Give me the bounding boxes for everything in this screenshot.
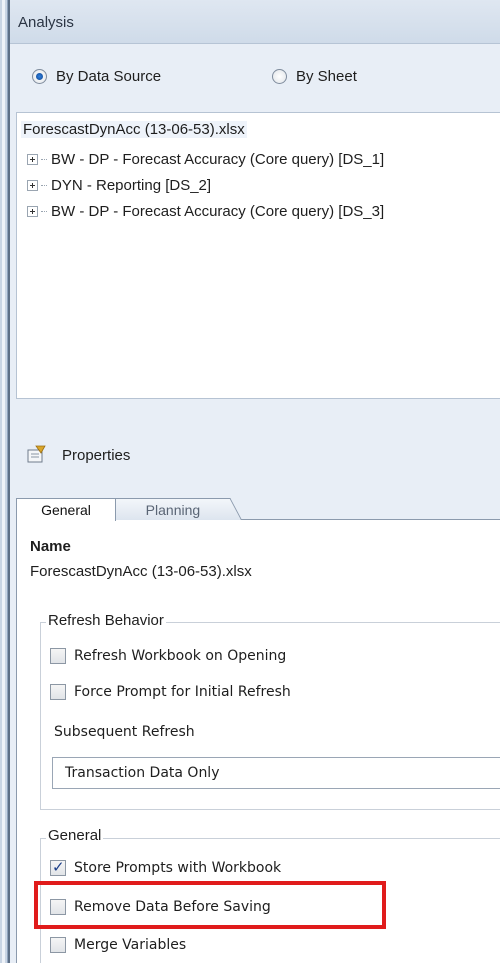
radio-by-data-source[interactable]: By Data Source xyxy=(32,64,161,88)
checkbox-unchecked-icon[interactable] xyxy=(50,648,66,664)
force-prompt-checkbox[interactable]: Force Prompt for Initial Refresh xyxy=(50,681,291,703)
tree-item-label: BW - DP - Forecast Accuracy (Core query)… xyxy=(51,150,385,168)
tab-general-label: General xyxy=(41,502,91,518)
checkbox-label: Merge Variables xyxy=(74,937,187,953)
tab-planning[interactable]: Planning xyxy=(102,498,242,520)
radio-button-icon[interactable] xyxy=(32,68,47,84)
analysis-panel: Analysis By Data Source By Sheet Foresca… xyxy=(8,0,500,963)
tree-item-ds2[interactable]: DYN - Reporting [DS_2] xyxy=(27,174,211,196)
radio-button-icon[interactable] xyxy=(272,68,287,84)
properties-label: Properties xyxy=(62,447,131,464)
radio-by-sheet[interactable]: By Sheet xyxy=(272,64,357,88)
radio-label-by-data-source: By Data Source xyxy=(56,67,162,85)
name-label: Name xyxy=(30,538,71,555)
tree-item-ds1[interactable]: BW - DP - Forecast Accuracy (Core query)… xyxy=(27,148,384,170)
checkbox-label: Refresh Workbook on Opening xyxy=(74,648,287,664)
panel-header: Analysis xyxy=(10,0,500,44)
checkbox-unchecked-icon[interactable] xyxy=(50,684,66,700)
panel-title: Analysis xyxy=(18,14,74,31)
general-options-legend: General xyxy=(46,827,104,844)
subsequent-refresh-label: Subsequent Refresh xyxy=(54,724,195,740)
tree-root-workbook[interactable]: ForescastDynAcc (13-06-53).xlsx xyxy=(21,121,247,138)
expand-plus-icon[interactable] xyxy=(27,153,38,165)
window-frame-left xyxy=(0,0,8,963)
merge-variables-checkbox[interactable]: Merge Variables xyxy=(50,934,186,956)
red-highlight-box xyxy=(34,881,386,929)
tab-planning-label: Planning xyxy=(145,501,200,518)
workbook-name-value: ForescastDynAcc (13-06-53).xlsx xyxy=(30,563,252,580)
checkbox-label: Force Prompt for Initial Refresh xyxy=(74,684,291,700)
select-value: Transaction Data Only xyxy=(65,765,220,781)
tree-connector xyxy=(41,184,47,186)
store-prompts-checkbox[interactable]: Store Prompts with Workbook xyxy=(50,857,281,879)
refresh-behavior-legend: Refresh Behavior xyxy=(46,612,166,629)
tree-item-ds3[interactable]: BW - DP - Forecast Accuracy (Core query)… xyxy=(27,200,384,222)
tree-item-label: DYN - Reporting [DS_2] xyxy=(51,176,212,194)
radio-label-by-sheet: By Sheet xyxy=(296,67,357,85)
checkbox-checked-icon[interactable] xyxy=(50,858,66,876)
tab-general[interactable]: General xyxy=(16,498,116,521)
tree-connector xyxy=(41,210,47,212)
refresh-on-opening-checkbox[interactable]: Refresh Workbook on Opening xyxy=(50,645,286,667)
data-source-tree[interactable]: ForescastDynAcc (13-06-53).xlsx BW - DP … xyxy=(16,112,500,399)
expand-plus-icon[interactable] xyxy=(27,179,38,191)
tree-connector xyxy=(41,158,47,160)
expand-plus-icon[interactable] xyxy=(27,205,38,217)
tree-item-label: BW - DP - Forecast Accuracy (Core query)… xyxy=(51,202,385,220)
checkbox-unchecked-icon[interactable] xyxy=(50,937,66,953)
properties-tabs: Planning General xyxy=(16,498,500,521)
properties-icon xyxy=(27,445,46,463)
checkbox-label: Store Prompts with Workbook xyxy=(74,860,282,876)
subsequent-refresh-select[interactable]: Transaction Data Only xyxy=(52,757,500,789)
